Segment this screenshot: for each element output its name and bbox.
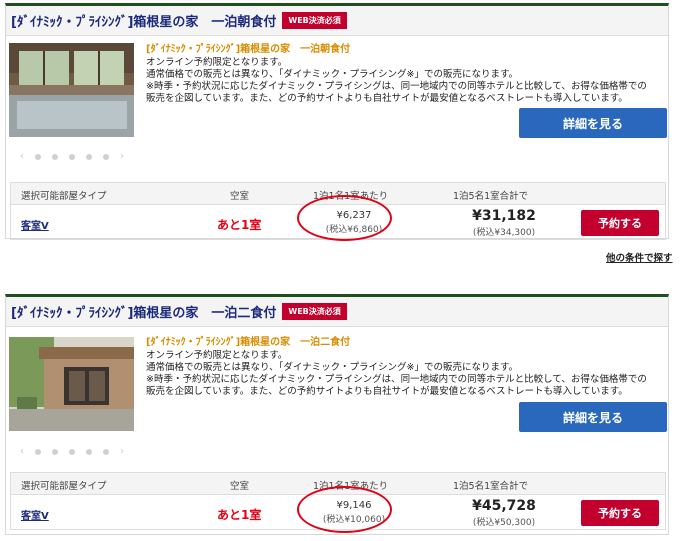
header-vacancy: 空室 [230,191,250,202]
total-price: ¥31,182 (税込¥34,300) [449,207,559,238]
total-price-value: ¥45,728 [472,498,536,514]
carousel-prev-icon[interactable]: ‹ [20,151,24,162]
carousel-dot[interactable] [103,153,109,160]
plan-description: [ﾀﾞｲﾅﾐｯｸ・ﾌﾟﾗｲｼﾝｸﾞ]箱根星の家 一泊二食付 オンライン予約限定と… [146,337,666,398]
web-payment-badge: WEB決済必須 [282,12,347,29]
plan-body: . ‹ › [ﾀﾞｲﾅﾐｯｸ・ﾌﾟﾗｲｼﾝｸﾞ]箱根星の家 一泊朝食付 オンライ… [6,36,668,181]
detail-button[interactable]: 詳細を見る [519,108,667,138]
total-price: ¥45,728 (税込¥50,300) [449,497,559,528]
description-line: ※時季・予約状況に応じたダイナミック・プライシングは、同一地域内での同等ホテルと… [146,81,647,92]
header-room-type: 選択可能部屋タイプ [21,481,107,492]
carousel-prev-icon[interactable]: ‹ [20,446,24,457]
header-vacancy: 空室 [230,481,250,492]
carousel-dot[interactable] [35,153,41,160]
carousel-dot[interactable] [35,448,41,455]
carousel-dots: ‹ › [20,151,124,162]
plan-header: [ﾀﾞｲﾅﾐｯｸ・ﾌﾟﾗｲｼﾝｸﾞ]箱根星の家 一泊二食付 WEB決済必須 [6,297,668,327]
other-conditions-link[interactable]: 他の条件で探す [606,250,673,264]
room-type-link[interactable]: 客室V [21,507,49,522]
description-line: 通常価格での販売とは異なり、「ダイナミック・プライシング※」での販売になります。 [146,362,519,373]
description-line: 販売を企図しています。また、どの予約サイトよりも自社サイトが最安値となるベストレ… [146,93,628,104]
carousel-dot[interactable] [86,153,92,160]
detail-button[interactable]: 詳細を見る [519,402,667,432]
description-line: 通常価格での販売とは異なり、「ダイナミック・プライシング※」での販売になります。 [146,69,519,80]
description-line: ※時季・予約状況に応じたダイナミック・プライシングは、同一地域内での同等ホテルと… [146,374,647,385]
room-type-link[interactable]: 客室V [21,217,49,232]
carousel-dot[interactable] [52,153,58,160]
header-total: 1泊5名1室合計で [453,191,529,202]
plan-subtitle: [ﾀﾞｲﾅﾐｯｸ・ﾌﾟﾗｲｼﾝｸﾞ]箱根星の家 一泊二食付 [146,337,351,348]
header-room-type: 選択可能部屋タイプ [21,191,107,202]
carousel-dot[interactable] [69,448,75,455]
entrance-photo[interactable] [9,337,134,431]
plan-description: [ﾀﾞｲﾅﾐｯｸ・ﾌﾟﾗｲｼﾝｸﾞ]箱根星の家 一泊朝食付 オンライン予約限定と… [146,44,666,105]
carousel-dot[interactable] [52,448,58,455]
plan-title[interactable]: [ﾀﾞｲﾅﾐｯｸ・ﾌﾟﾗｲｼﾝｸﾞ]箱根星の家 一泊二食付 [11,302,276,321]
reserve-button[interactable]: 予約する [581,210,659,236]
total-price-tax: (税込¥34,300) [472,228,536,238]
description-line: オンライン予約限定となります。 [146,57,288,68]
description-line: 販売を企図しています。また、どの予約サイトよりも自社サイトが最安値となるベストレ… [146,386,628,397]
bath-room-photo[interactable]: . [9,43,134,137]
plan-body: ‹ › [ﾀﾞｲﾅﾐｯｸ・ﾌﾟﾗｲｼﾝｸﾞ]箱根星の家 一泊二食付 オンライン予… [6,327,668,472]
carousel-dots: ‹ › [20,446,124,457]
description-line: オンライン予約限定となります。 [146,350,288,361]
vacancy-status: あと1室 [217,508,262,522]
carousel-dot[interactable] [69,153,75,160]
header-total: 1泊5名1室合計で [453,481,529,492]
total-price-value: ¥31,182 [472,208,536,224]
plan-subtitle: [ﾀﾞｲﾅﾐｯｸ・ﾌﾟﾗｲｼﾝｸﾞ]箱根星の家 一泊朝食付 [146,44,351,55]
highlight-circle [297,195,392,241]
carousel-next-icon[interactable]: › [120,151,124,162]
carousel-next-icon[interactable]: › [120,446,124,457]
highlight-circle [297,486,392,533]
plan-title[interactable]: [ﾀﾞｲﾅﾐｯｸ・ﾌﾟﾗｲｼﾝｸﾞ]箱根星の家 一泊朝食付 [11,11,276,30]
plan-header: [ﾀﾞｲﾅﾐｯｸ・ﾌﾟﾗｲｼﾝｸﾞ]箱根星の家 一泊朝食付 WEB決済必須 [6,6,668,36]
carousel-dot[interactable] [86,448,92,455]
reserve-button[interactable]: 予約する [581,500,659,526]
web-payment-badge: WEB決済必須 [282,303,347,320]
svg-text:.: . [13,127,14,132]
carousel-dot[interactable] [103,448,109,455]
total-price-tax: (税込¥50,300) [472,518,536,528]
vacancy-status: あと1室 [217,218,262,232]
